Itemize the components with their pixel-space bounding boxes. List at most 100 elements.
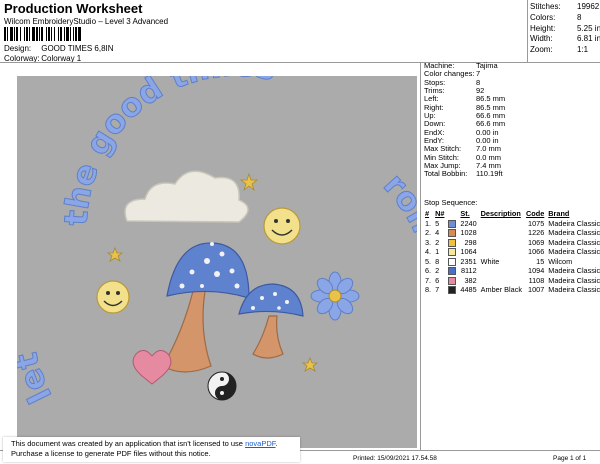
machine-info-row: Total Bobbin: 110.19ft [424,169,505,179]
color-swatch [446,238,458,248]
thread-brand: Madeira Classic 40 [548,218,600,228]
thread-brand: Madeira Classic 40 [548,247,600,257]
stop-number: 5. [425,256,432,266]
color-swatch [446,257,458,267]
stat-label: Width: [530,34,553,44]
stitch-count: 4485 [460,285,477,295]
banner-line-2: Purchase a license to generate PDF files… [11,449,211,458]
yin-yang-icon [207,371,237,401]
stat-value: 19962 [577,2,600,11]
stop-sequence-table: # N# St. Description Code Brand 1. 5 2240 1… [423,209,600,295]
stop-number: 3. [425,237,432,247]
thread-description [479,247,524,257]
stop-number: 8. [425,285,432,295]
table-row: 3.2 298 1069Madeira Classic 40 [423,238,600,248]
thread-brand: Madeira Classic 40 [548,285,600,295]
thread-brand: Madeira Classic 40 [548,237,600,247]
barcode [4,27,81,41]
thread-description [479,219,524,229]
color-swatch [446,276,458,286]
thread-code: 1069 [528,237,545,247]
arc-right-text: roll [376,166,417,239]
stats-divider [527,0,528,62]
header-divider [0,62,600,63]
thread-code: 1066 [528,247,545,257]
color-swatch [446,228,458,238]
table-row: 5. 8 2351 White 15 Wilcom [423,257,600,267]
table-row: 1.5 2240 1075Madeira Classic 40 [423,219,600,229]
column-header: Brand [548,209,570,219]
stat-label: Height: [530,23,556,33]
thread-brand: Wilcom [548,256,573,266]
novapdf-link[interactable]: novaPDF [245,439,275,448]
thread-description [479,228,524,238]
info-label: Total Bobbin: [424,169,468,179]
column-header: Description [480,209,521,219]
stop-number: 4. [425,247,432,257]
thread-brand: Madeira Classic 40 [548,228,600,238]
stitch-count: 1064 [460,247,477,257]
printed-timestamp: Printed: 15/09/2021 17.54.58 [353,455,437,462]
table-row: 6.2 8112 1094Madeira Classic 40 [423,266,600,276]
table-row: 4.1 1064 1066Madeira Classic 40 [423,247,600,257]
cloud-icon [124,170,249,223]
thread-description [479,266,524,276]
thread-description [479,276,524,286]
stat-value: 1:1 [577,45,589,55]
table-row: 7.6 382 1108Madeira Classic 40 [423,276,600,286]
stitch-count: 2351 [460,256,477,266]
embroidery-design: the good times let roll [17,76,417,410]
smiley-icon [96,280,130,314]
panel-divider [420,62,421,450]
info-value: 110.19ft [476,169,503,179]
machine-info: Machine: Tajima Color changes: 7 Stops: 8 Trim… [424,61,505,179]
table-row: 2.4 1028 1226Madeira Classic 40 [423,228,600,238]
needle-number: 5 [435,218,440,228]
banner-line-1: This document was created by an applicat… [11,439,278,448]
design-value: GOOD TIMES 6,8IN [41,44,114,53]
design-row: Design: GOOD TIMES 6,8IN [4,44,114,53]
thread-code: 1094 [528,266,545,276]
stat-label: Zoom: [530,45,553,55]
stop-number: 7. [425,275,432,285]
thread-code: 1007 [528,285,545,295]
color-swatch [446,219,458,229]
license-banner: This document was created by an applicat… [3,437,300,462]
software-subtitle: Wilcom EmbroideryStudio – Level 3 Advanc… [4,17,169,26]
smiley-icon [263,207,301,245]
stop-number: 6. [425,266,432,276]
page-title: Production Worksheet [4,1,143,16]
design-label: Design: [4,44,32,53]
thread-brand: Madeira Classic 40 [548,266,600,276]
stitch-count: 298 [464,237,477,247]
column-header [446,209,458,219]
table-row: 8.7 4485Amber Black 1007Madeira Classic 40 [423,285,600,295]
needle-number: 6 [435,275,440,285]
stop-number: 2. [425,228,432,238]
stitch-count: 8112 [460,266,477,276]
stitch-count: 1028 [460,228,477,238]
needle-number: 1 [435,247,440,257]
mushroom-icon [238,283,304,359]
thread-description: Amber Black [480,285,523,295]
thread-description: White [480,256,500,266]
design-preview: the good times let roll [17,76,417,448]
needle-number: 2 [435,237,440,247]
mushroom-icon [162,242,250,373]
color-swatch [446,266,458,276]
thread-code: 1075 [528,218,545,228]
heart-icon [132,350,172,385]
needle-number: 8 [435,256,440,266]
column-header: # [425,209,430,219]
needle-number: 4 [435,228,440,238]
stop-sequence-title: Stop Sequence: [424,198,478,207]
stat-value: 8 [577,12,582,22]
thread-code: 15 [536,256,545,266]
column-header: Code [526,209,545,219]
stat-label: Stitches: [530,2,561,11]
color-swatch [446,285,458,295]
arc-left-text: let [17,349,59,409]
color-swatch [446,247,458,257]
page-number: Page 1 of 1 [553,455,587,462]
stop-number: 1. [425,218,432,228]
